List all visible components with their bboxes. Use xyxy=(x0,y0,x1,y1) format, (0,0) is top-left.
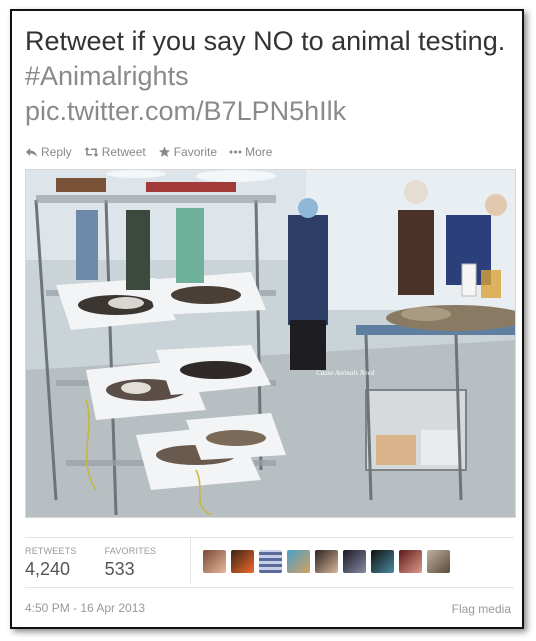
retweet-label: Retweet xyxy=(101,145,146,159)
media-link[interactable]: pic.twitter.com/B7LPN5hIlk xyxy=(25,94,513,129)
more-button[interactable]: More xyxy=(229,145,272,159)
avatar[interactable] xyxy=(203,550,226,573)
flag-media-link[interactable]: Flag media xyxy=(452,602,511,616)
avatar[interactable] xyxy=(343,550,366,573)
hashtag-link[interactable]: #Animalrights xyxy=(25,61,189,91)
lab-scene-image: Cause Animals Need xyxy=(26,170,515,517)
favorites-label: FAVORITES xyxy=(104,546,157,556)
retweets-stat[interactable]: RETWEETS 4,240 xyxy=(25,537,77,587)
tweet-photo[interactable]: Cause Animals Need xyxy=(25,169,516,518)
favorites-count: 533 xyxy=(104,559,135,579)
favorite-button[interactable]: Favorite xyxy=(158,145,217,159)
tweet-stats: RETWEETS 4,240 FAVORITES 533 xyxy=(25,537,184,587)
reply-icon xyxy=(26,148,37,157)
reply-label: Reply xyxy=(41,145,72,159)
avatar[interactable] xyxy=(399,550,422,573)
avatar[interactable] xyxy=(427,550,450,573)
tweet-text: Retweet if you say NO to animal testing.… xyxy=(25,24,513,129)
photo-watermark: Cause Animals Need xyxy=(316,369,375,377)
avatar[interactable] xyxy=(259,550,282,573)
more-label: More xyxy=(245,145,273,159)
retweets-count: 4,240 xyxy=(25,559,71,579)
avatar[interactable] xyxy=(371,550,394,573)
tweet-body: Retweet if you say NO to animal testing. xyxy=(25,26,506,56)
favorite-label: Favorite xyxy=(173,145,218,159)
tweet-card: Retweet if you say NO to animal testing.… xyxy=(10,9,524,629)
stats-divider-bottom xyxy=(25,587,514,588)
reply-button[interactable]: Reply xyxy=(25,145,72,159)
more-dots-icon xyxy=(229,150,242,154)
tweet-timestamp[interactable]: 4:50 PM - 16 Apr 2013 xyxy=(25,601,145,615)
retweets-label: RETWEETS xyxy=(25,546,77,556)
avatar[interactable] xyxy=(231,550,254,573)
tweet-actions: Reply Retweet Favorite More xyxy=(25,144,284,160)
avatar[interactable] xyxy=(287,550,310,573)
retweet-button[interactable]: Retweet xyxy=(84,145,146,159)
favoriter-avatars xyxy=(203,550,455,573)
retweet-icon xyxy=(84,147,99,157)
favorites-stat[interactable]: FAVORITES 533 xyxy=(105,537,157,587)
avatar[interactable] xyxy=(315,550,338,573)
stats-separator xyxy=(190,538,191,584)
star-icon xyxy=(158,146,170,157)
